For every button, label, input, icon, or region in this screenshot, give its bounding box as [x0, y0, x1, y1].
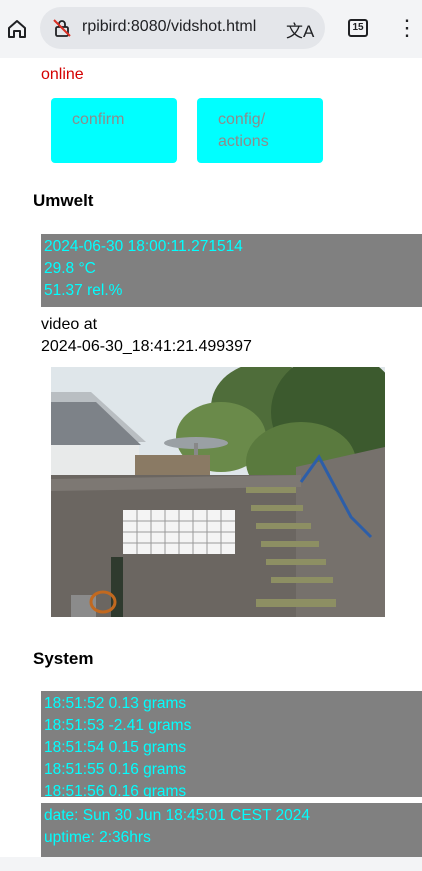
env-timestamp: 2024-06-30 18:00:11.271514: [44, 238, 243, 255]
connection-status: online: [41, 66, 84, 83]
system-date: date: Sun 30 Jun 18:45:01 CEST 2024: [44, 807, 310, 824]
weight-log-panel: 18:51:52 0.13 grams 18:51:53 -2.41 grams…: [41, 691, 422, 797]
umwelt-heading: Umwelt: [33, 191, 94, 210]
browser-toolbar: rpibird:8080/vidshot.html 文A 15 ⋮: [0, 0, 422, 58]
tab-switcher-button[interactable]: 15: [348, 19, 368, 37]
video-caption-line1: video at: [41, 316, 98, 333]
weight-log-entry: 18:51:56 0.16 grams: [44, 783, 187, 797]
weight-log-entry: 18:51:52 0.13 grams: [44, 695, 187, 712]
system-heading: System: [33, 649, 94, 668]
weight-log-entry: 18:51:55 0.16 grams: [44, 761, 187, 778]
env-humidity: 51.37 rel.%: [44, 282, 123, 299]
weight-log-entry: 18:51:53 -2.41 grams: [44, 717, 192, 734]
bottom-bar: [0, 857, 422, 871]
url-text: rpibird:8080/vidshot.html: [82, 18, 257, 35]
system-uptime: uptime: 2:36hrs: [44, 829, 151, 846]
more-menu-icon[interactable]: ⋮: [396, 16, 418, 42]
environment-panel: 2024-06-30 18:00:11.271514 29.8 °C 51.37…: [41, 234, 422, 307]
config-button-label-line1: config/: [218, 111, 266, 128]
confirm-button-label: confirm: [72, 111, 125, 128]
system-info-panel: date: Sun 30 Jun 18:45:01 CEST 2024 upti…: [41, 803, 422, 857]
video-caption: video at 2024-06-30_18:41:21.499397: [41, 314, 252, 358]
config-button-label-line2: actions: [218, 133, 269, 150]
confirm-button[interactable]: confirm: [51, 98, 177, 163]
weight-log-entry: 18:51:54 0.15 grams: [44, 739, 187, 756]
home-icon[interactable]: [6, 18, 28, 40]
camera-snapshot: [51, 367, 385, 617]
translate-icon[interactable]: 文A: [286, 17, 314, 42]
env-temperature: 29.8 °C: [44, 260, 96, 277]
config-actions-button[interactable]: config/ actions: [197, 98, 323, 163]
not-secure-lock-icon[interactable]: [52, 18, 72, 38]
video-caption-line2: 2024-06-30_18:41:21.499397: [41, 338, 252, 355]
address-bar[interactable]: rpibird:8080/vidshot.html: [40, 7, 325, 49]
